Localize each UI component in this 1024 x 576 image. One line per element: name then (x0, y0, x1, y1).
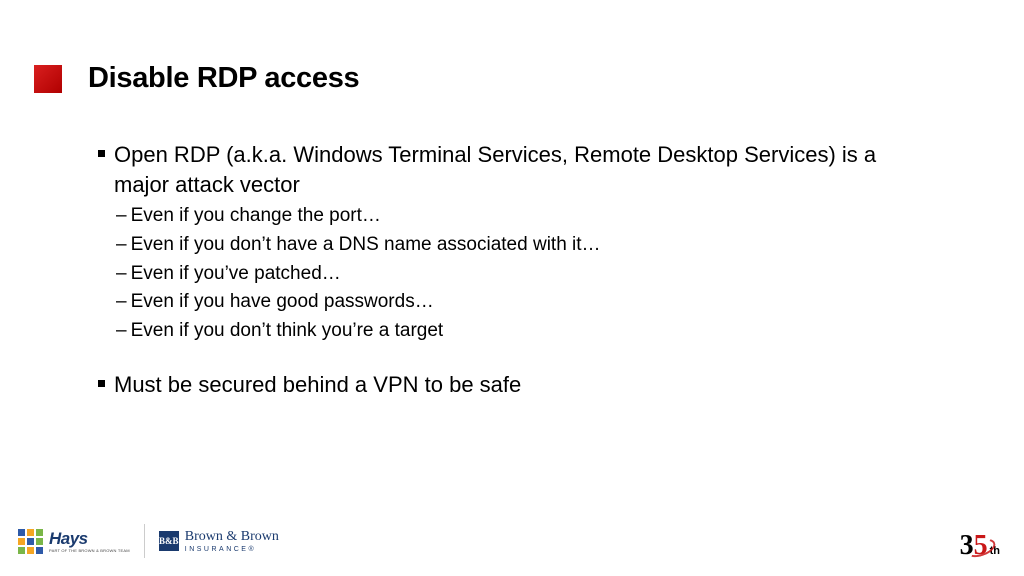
dash-icon: – (116, 289, 127, 316)
dash-icon: – (116, 203, 127, 230)
sub-bullet-text: Even if you’ve patched… (131, 261, 341, 288)
hays-name: Hays (49, 530, 130, 547)
anniversary-logo: 3 5 th (960, 532, 1000, 560)
dash-icon: – (116, 318, 127, 345)
bb-subline: INSURANCE® (185, 546, 279, 553)
bb-monogram-icon: B&B (159, 531, 179, 551)
footer-divider (144, 524, 145, 558)
bullet-text: Must be secured behind a VPN to be safe (114, 370, 521, 400)
slide-title: Disable RDP access (88, 62, 359, 95)
dash-icon: – (116, 232, 127, 259)
bb-name: Brown & Brown (185, 530, 279, 544)
hays-grid-icon (18, 529, 43, 554)
hays-logo: Hays PART OF THE BROWN & BROWN TEAM (18, 529, 130, 554)
sub-bullet-text: Even if you change the port… (131, 203, 381, 230)
slide-body: Open RDP (a.k.a. Windows Terminal Servic… (98, 140, 924, 404)
bullet-text: Open RDP (a.k.a. Windows Terminal Servic… (114, 140, 924, 199)
square-bullet-icon (98, 150, 105, 157)
sub-bullet-text: Even if you don’t have a DNS name associ… (131, 232, 601, 259)
brown-brown-logo: B&B Brown & Brown INSURANCE® (159, 530, 279, 553)
hays-tagline: PART OF THE BROWN & BROWN TEAM (49, 548, 130, 553)
square-bullet-icon (98, 380, 105, 387)
dash-icon: – (116, 261, 127, 288)
title-bullet-icon (34, 65, 62, 93)
sub-bullet-text: Even if you have good passwords… (131, 289, 434, 316)
sub-bullet-text: Even if you don’t think you’re a target (131, 318, 444, 345)
